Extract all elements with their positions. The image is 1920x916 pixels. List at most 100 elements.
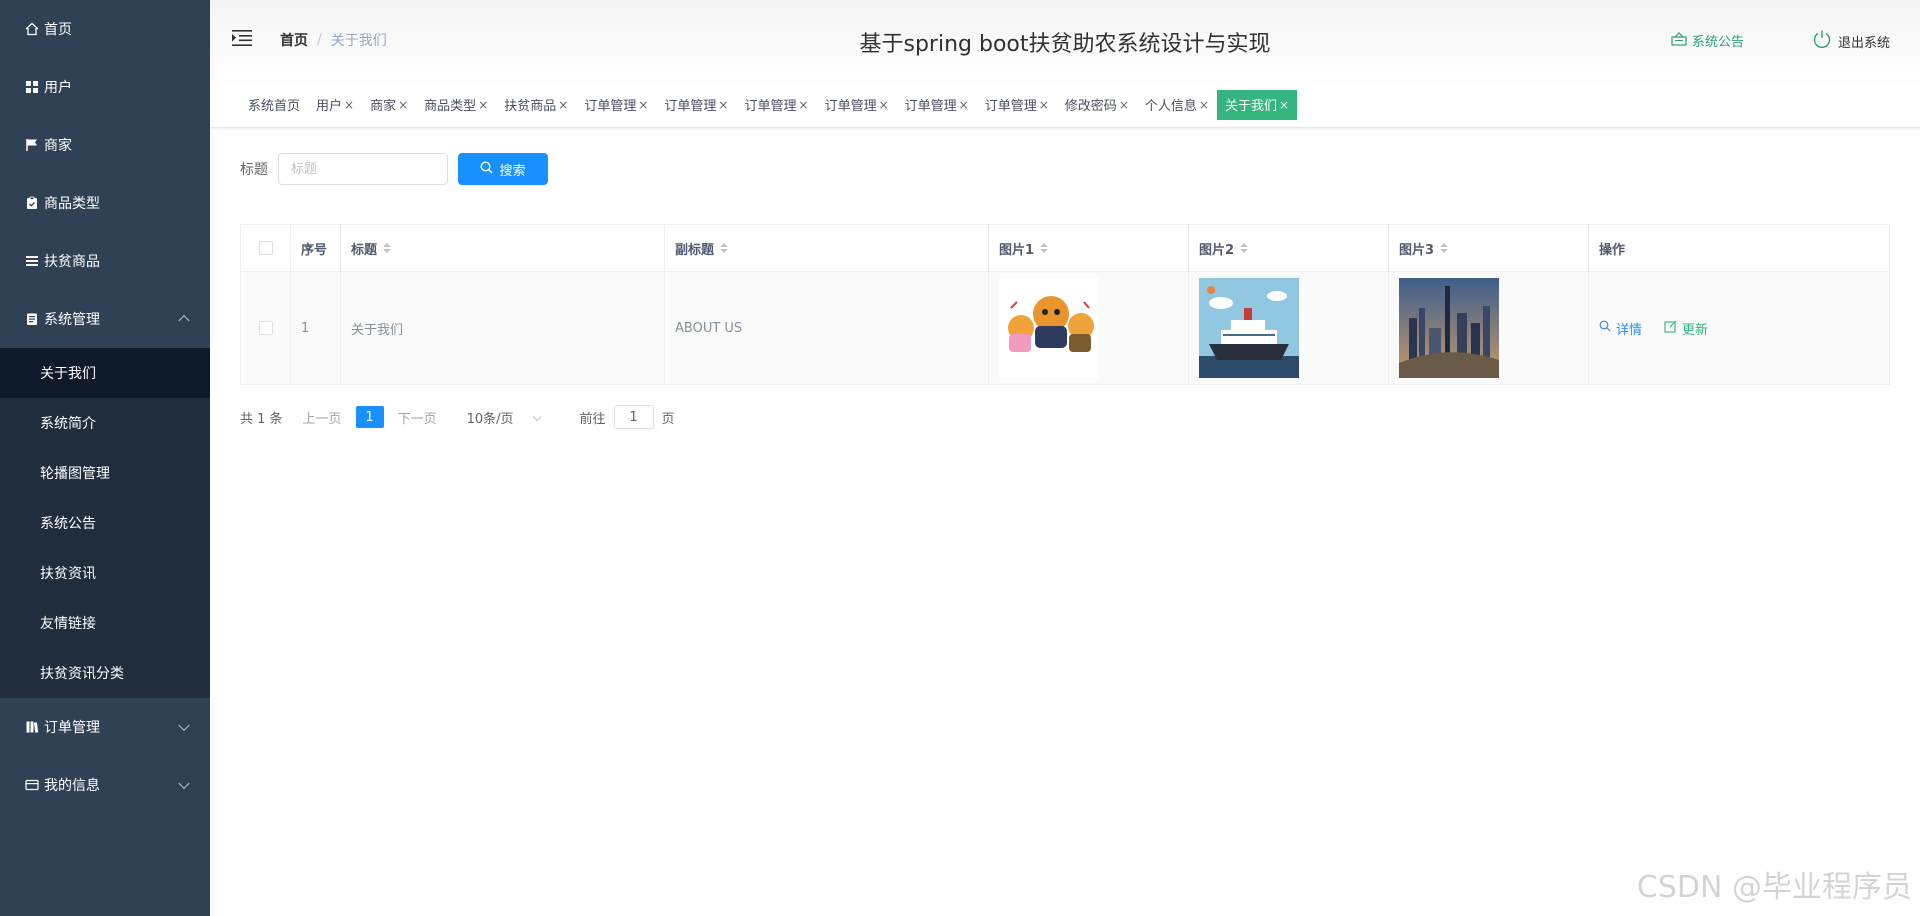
header-image2[interactable]: 图片2 <box>1189 225 1389 271</box>
close-icon[interactable]: × <box>1199 98 1209 112</box>
header-image3[interactable]: 图片3 <box>1389 225 1589 271</box>
edit-icon <box>1664 320 1677 337</box>
tag-change-password[interactable]: 修改密码 × <box>1057 90 1137 120</box>
sidebar-item-intro[interactable]: 系统简介 <box>0 398 210 448</box>
tag-profile[interactable]: 个人信息 × <box>1137 90 1217 120</box>
tag-about[interactable]: 关于我们 × <box>1216 89 1298 120</box>
logout-button[interactable]: 退出系统 <box>1812 29 1890 53</box>
close-icon[interactable]: × <box>558 98 568 112</box>
goto-page-input[interactable]: 1 <box>613 405 654 429</box>
prev-page-button[interactable]: 上一页 <box>303 408 342 427</box>
sidebar-item-my-info[interactable]: 我的信息 <box>0 756 210 814</box>
sidebar-item-product-type[interactable]: 商品类型 <box>0 174 210 232</box>
sidebar-item-label: 系统管理 <box>44 312 100 328</box>
tag-label: 关于我们 <box>1224 99 1277 114</box>
sort-icon[interactable] <box>383 243 392 253</box>
tag-merchant[interactable]: 商家 × <box>362 90 416 120</box>
update-button[interactable]: 更新 <box>1664 319 1708 338</box>
sidebar-item-users[interactable]: 用户 <box>0 58 210 116</box>
cruise-ship-image[interactable] <box>1199 278 1299 378</box>
sort-icon[interactable] <box>720 243 729 253</box>
close-icon[interactable]: × <box>1039 98 1049 112</box>
cell-title: 关于我们 <box>341 272 665 384</box>
header-image1[interactable]: 图片1 <box>989 225 1189 271</box>
tag-label: 用户 <box>316 99 343 114</box>
close-icon[interactable]: × <box>344 98 354 112</box>
sidebar-item-carousel[interactable]: 轮播图管理 <box>0 448 210 498</box>
sidebar-item-about[interactable]: 关于我们 <box>0 348 210 398</box>
sidebar-item-home[interactable]: 首页 <box>0 0 210 58</box>
tag-orders[interactable]: 订单管理 × <box>576 90 656 120</box>
sidebar-item-label: 商家 <box>44 138 72 154</box>
search-button[interactable]: 搜索 <box>458 153 548 185</box>
tag-product-type[interactable]: 商品类型 × <box>416 90 496 120</box>
close-icon[interactable]: × <box>398 98 408 112</box>
sidebar-item-products[interactable]: 扶贫商品 <box>0 232 210 290</box>
pagination-total: 共 1 条 <box>240 411 283 427</box>
table-header-row: 序号 标题 副标题 图片1 图片2 图片3 操作 <box>241 225 1889 272</box>
sort-icon[interactable] <box>1440 243 1449 253</box>
close-icon[interactable]: × <box>1279 98 1289 112</box>
tag-orders[interactable]: 订单管理 × <box>736 90 816 120</box>
sidebar-item-merchant[interactable]: 商家 <box>0 116 210 174</box>
tag-orders[interactable]: 订单管理 × <box>977 90 1057 120</box>
watermark: CSDN @毕业程序员 <box>1636 870 1912 905</box>
page-title: 基于spring boot扶贫助农系统设计与实现 <box>859 32 1271 57</box>
select-all-checkbox[interactable] <box>258 241 273 255</box>
sidebar-item-label: 首页 <box>44 22 72 38</box>
goto-suffix: 页 <box>661 411 675 427</box>
header: 首页 / 关于我们 基于spring boot扶贫助农系统设计与实现 系统公告 … <box>210 0 1920 82</box>
tag-users[interactable]: 用户 × <box>308 90 362 120</box>
tag-orders[interactable]: 订单管理 × <box>897 90 977 120</box>
header-index: 序号 <box>291 225 341 271</box>
header-title[interactable]: 标题 <box>341 225 665 271</box>
tag-products[interactable]: 扶贫商品 × <box>496 90 576 120</box>
tag-orders[interactable]: 订单管理 × <box>817 90 897 120</box>
sort-icon[interactable] <box>1040 243 1049 253</box>
header-subtitle[interactable]: 副标题 <box>665 225 989 271</box>
home-icon <box>24 21 40 37</box>
notice-button[interactable]: 系统公告 <box>1671 31 1744 50</box>
search-icon <box>1599 320 1611 336</box>
sidebar-item-links[interactable]: 友情链接 <box>0 598 210 648</box>
next-page-button[interactable]: 下一页 <box>398 408 437 427</box>
close-icon[interactable]: × <box>1119 98 1129 112</box>
power-icon <box>1812 29 1832 53</box>
data-table: 序号 标题 副标题 图片1 图片2 图片3 操作 1 关于我们 ABOUT US <box>240 224 1890 385</box>
row-checkbox-cell <box>241 272 291 384</box>
tag-label: 订单管理 <box>904 99 957 114</box>
tag-home[interactable]: 系统首页 <box>240 90 308 120</box>
sidebar-item-news-category[interactable]: 扶贫资讯分类 <box>0 648 210 698</box>
tag-orders[interactable]: 订单管理 × <box>656 90 736 120</box>
city-skyline-image[interactable] <box>1399 278 1499 378</box>
sidebar-item-label: 扶贫商品 <box>44 254 100 270</box>
close-icon[interactable]: × <box>879 98 889 112</box>
close-icon[interactable]: × <box>478 98 488 112</box>
cell-title-value: 关于我们 <box>351 322 404 338</box>
sort-icon[interactable] <box>1240 243 1249 253</box>
close-icon[interactable]: × <box>638 98 648 112</box>
cartoon-bears-image[interactable] <box>999 278 1099 378</box>
header-title-label: 标题 <box>351 242 378 258</box>
sidebar-item-system[interactable]: 系统管理 <box>0 290 210 348</box>
close-icon[interactable]: × <box>959 98 969 112</box>
logout-label: 退出系统 <box>1837 35 1890 51</box>
row-checkbox[interactable] <box>258 321 273 335</box>
close-icon[interactable]: × <box>799 98 809 112</box>
sidebar-item-news[interactable]: 扶贫资讯 <box>0 548 210 598</box>
detail-button[interactable]: 详情 <box>1599 319 1642 338</box>
search-input[interactable] <box>278 153 448 185</box>
sidebar: 首页 用户 商家 商品类型 扶贫商品 系统管理 关于我们 系统简介 轮播图管理 <box>0 0 210 916</box>
close-icon[interactable]: × <box>718 98 728 112</box>
sidebar-item-label: 用户 <box>44 80 72 96</box>
cell-image1 <box>989 272 1189 384</box>
sidebar-item-label: 商品类型 <box>44 196 100 212</box>
header-image3-label: 图片3 <box>1399 242 1435 258</box>
page-number-button[interactable]: 1 <box>355 406 384 428</box>
sidebar-item-orders[interactable]: 订单管理 <box>0 698 210 756</box>
page-size-select[interactable]: 10条/页 <box>467 408 541 427</box>
tag-label: 订单管理 <box>664 99 717 114</box>
sidebar-item-notice[interactable]: 系统公告 <box>0 498 210 548</box>
tag-label: 系统首页 <box>248 99 301 114</box>
detail-label: 详情 <box>1616 322 1643 338</box>
